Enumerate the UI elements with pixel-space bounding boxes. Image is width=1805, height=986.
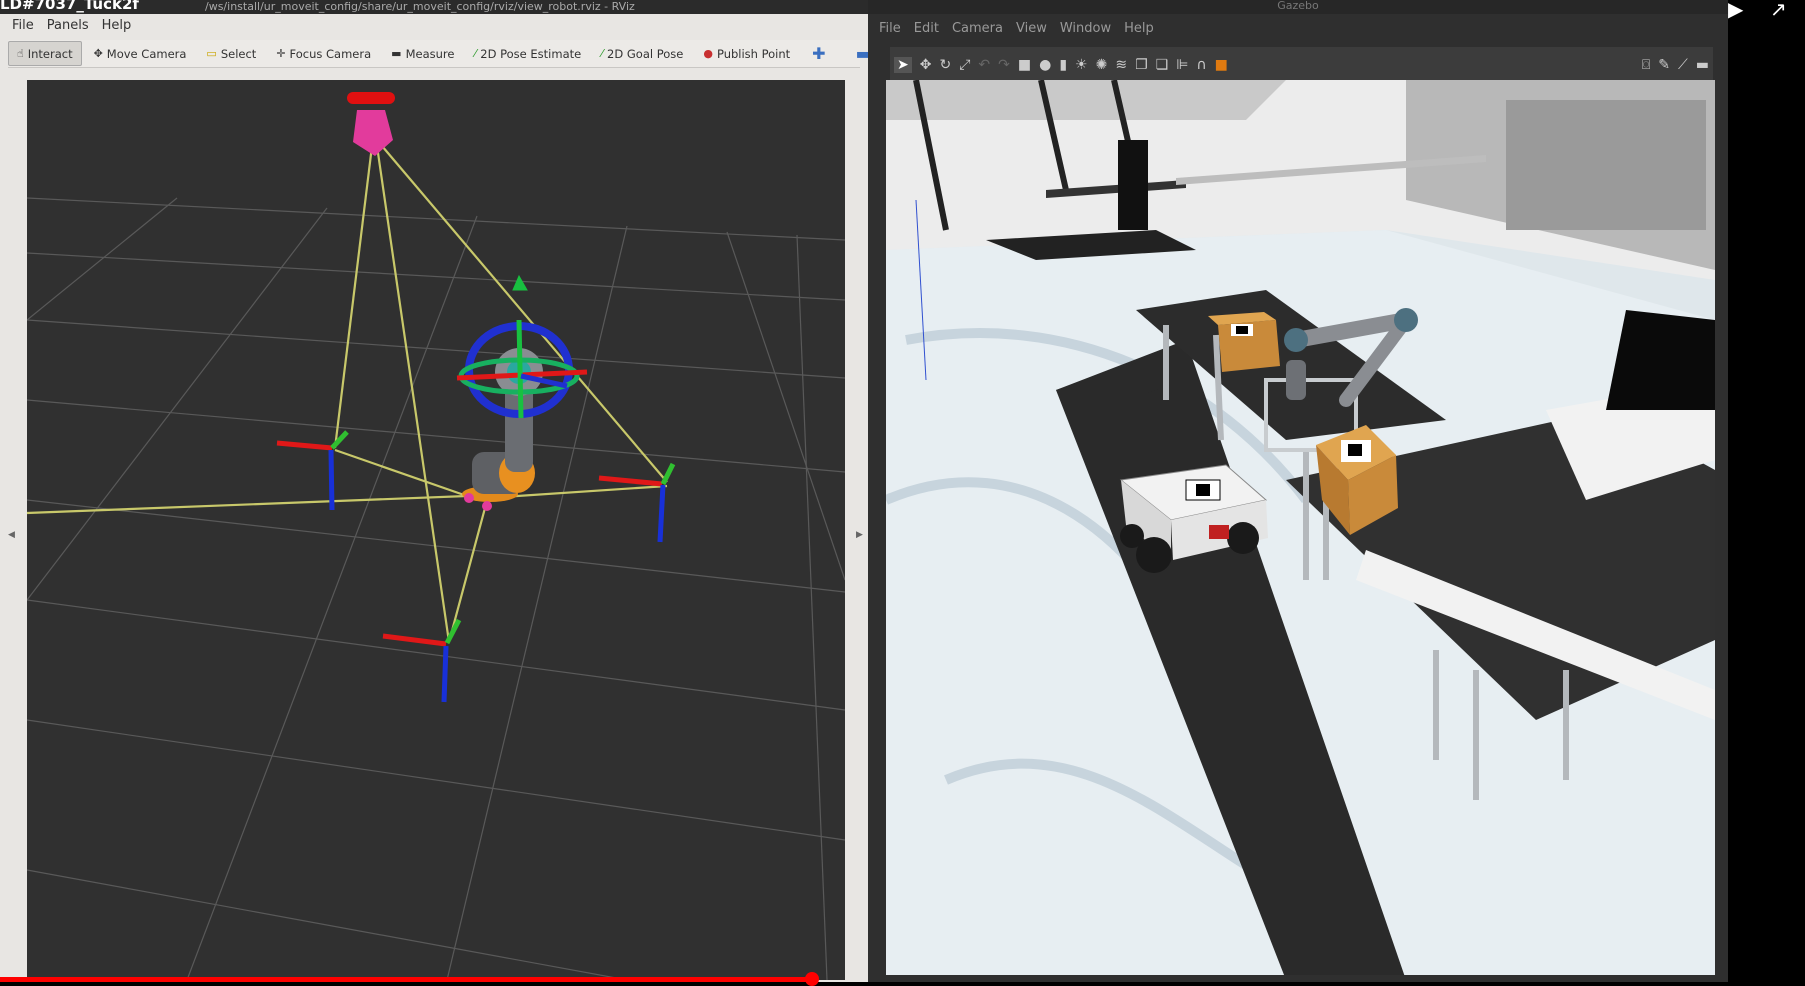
video-scrubber-handle[interactable] [805, 972, 819, 986]
tool-move-camera[interactable]: ✥ Move Camera [86, 42, 195, 65]
focus-camera-icon: ✛ [276, 47, 286, 60]
gazebo-menubar: File Edit Camera View Window Help [875, 18, 1163, 40]
tool-interact[interactable]: ☝ Interact [8, 41, 82, 66]
rotate-icon[interactable]: ↻ [939, 57, 951, 73]
point-light-icon[interactable]: ☀ [1075, 57, 1088, 73]
video-icon[interactable]: ▬ [1696, 57, 1709, 73]
door [1118, 140, 1148, 230]
wall-panel [1506, 100, 1706, 230]
tool-label: Move Camera [106, 46, 187, 61]
ground-grid [27, 197, 845, 980]
tool-label: Publish Point [716, 46, 791, 61]
translate-icon[interactable]: ✥ [920, 57, 932, 73]
ur-robot-arm [462, 348, 543, 502]
goal-pose-icon: ⁄ [601, 47, 604, 60]
spot-light-icon[interactable]: ✺ [1096, 57, 1108, 73]
menu-edit[interactable]: Edit [910, 18, 948, 40]
right-splitter-arrow-icon[interactable]: ▶ [856, 530, 863, 540]
redo-icon[interactable]: ↷ [998, 57, 1010, 73]
directional-light-icon[interactable]: ≋ [1115, 57, 1127, 73]
tool-label: Measure [405, 46, 455, 61]
select-icon: ▭ [206, 47, 217, 60]
menu-panels[interactable]: Panels [43, 15, 98, 37]
log-icon[interactable]: ✎ [1658, 57, 1670, 73]
menu-help[interactable]: Help [1120, 18, 1163, 40]
undo-icon[interactable]: ↶ [978, 57, 990, 73]
tf-links [27, 145, 668, 643]
cylinder-icon[interactable]: ▮ [1059, 57, 1067, 73]
measure-icon: ▬ [391, 47, 402, 60]
gazebo-3d-viewport[interactable] [886, 80, 1715, 975]
tool-label: 2D Pose Estimate [480, 46, 582, 61]
rviz-toolbar: ☝ Interact ✥ Move Camera ▭ Select ✛ Focus Ca… [8, 40, 871, 68]
tool-2d-goal-pose[interactable]: ⁄ 2D Goal Pose [593, 42, 691, 65]
plus-icon[interactable]: ✚ [812, 44, 825, 63]
snap-icon[interactable]: ∩ [1196, 57, 1206, 73]
share-icon[interactable]: ↗ [1770, 0, 1787, 21]
play-icon[interactable]: ▶ [1728, 0, 1743, 21]
camera-screenshot-icon[interactable]: ⌼ [1642, 57, 1650, 73]
tool-label: Interact [27, 46, 73, 61]
tool-publish-point[interactable]: ● Publish Point [695, 42, 798, 65]
scale-icon[interactable]: ⤢ [959, 57, 970, 73]
tool-select[interactable]: ▭ Select [198, 42, 264, 65]
tool-2d-pose-estimate[interactable]: ⁄ 2D Pose Estimate [466, 42, 589, 65]
publish-point-icon: ● [703, 47, 713, 60]
menu-file[interactable]: File [8, 15, 43, 37]
gazebo-title: Gazebo [868, 0, 1728, 14]
menu-view[interactable]: View [1012, 18, 1056, 40]
gazebo-toolbar: ➤ ✥ ↻ ⤢ ↶ ↷ ■ ● ▮ ☀ ✺ ≋ ❐ ❏ ⊫ ∩ ■ ⌼ ✎ ⟋ … [890, 47, 1713, 83]
base-joint-marker [482, 501, 492, 511]
rviz-scene [27, 92, 845, 980]
tool-label: Select [220, 46, 257, 61]
paste-icon[interactable]: ❏ [1156, 57, 1169, 73]
move-camera-icon: ✥ [93, 47, 103, 60]
base-joint-marker [464, 493, 474, 503]
gazebo-window: Gazebo File Edit Camera View Window Help… [868, 0, 1728, 982]
plot-icon[interactable]: ⟋ [1678, 57, 1688, 73]
sphere-icon[interactable]: ● [1039, 57, 1051, 73]
tool-label: Focus Camera [289, 46, 372, 61]
interactive-marker[interactable] [456, 274, 588, 419]
video-title-overlay: LD#7037_Tuck2f [0, 0, 139, 13]
menu-help[interactable]: Help [98, 15, 141, 37]
align-icon[interactable]: ⊫ [1176, 57, 1188, 73]
menu-file[interactable]: File [875, 18, 910, 40]
left-splitter-arrow-icon[interactable]: ◀ [8, 530, 15, 540]
tool-label: 2D Goal Pose [607, 46, 684, 61]
rviz-3d-viewport[interactable] [27, 80, 845, 980]
copy-icon[interactable]: ❐ [1135, 57, 1148, 73]
select-arrow-icon[interactable]: ➤ [894, 56, 912, 73]
rviz-window-title: /ws/install/ur_moveit_config/share/ur_mo… [205, 0, 635, 13]
right-black-strip: ▶ ↗ [1728, 0, 1805, 982]
rviz-menubar: File Panels Help [8, 15, 140, 37]
interact-icon: ☝ [17, 47, 24, 60]
gazebo-scene [886, 80, 1715, 975]
orange-box-icon[interactable]: ■ [1215, 57, 1228, 73]
box-icon[interactable]: ■ [1018, 57, 1031, 73]
menu-window[interactable]: Window [1056, 18, 1120, 40]
rviz-window: LD#7037_Tuck2f /ws/install/ur_moveit_con… [0, 0, 871, 982]
camera-frustum-apex [353, 110, 393, 156]
pose-estimate-icon: ⁄ [474, 47, 477, 60]
tf-frame-left [276, 430, 349, 511]
camera-marker [347, 92, 395, 104]
tool-measure[interactable]: ▬ Measure [383, 42, 462, 65]
rviz-title-bar: LD#7037_Tuck2f /ws/install/ur_moveit_con… [0, 0, 868, 14]
video-progress-bar[interactable] [0, 977, 812, 982]
menu-camera[interactable]: Camera [948, 18, 1012, 40]
ceiling [886, 80, 1286, 120]
tool-focus-camera[interactable]: ✛ Focus Camera [268, 42, 379, 65]
